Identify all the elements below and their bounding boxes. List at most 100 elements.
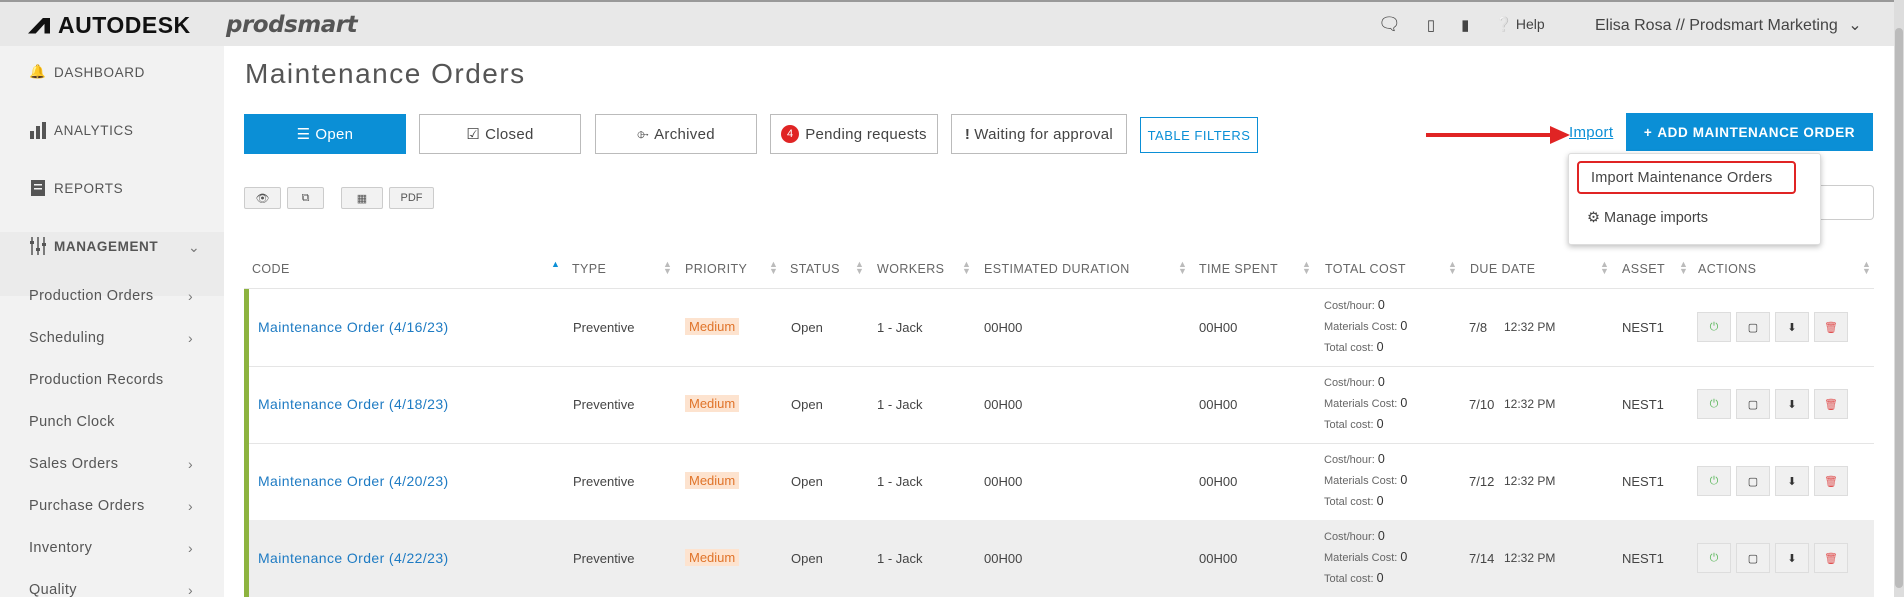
power-icon: ⏻: [1709, 474, 1719, 487]
cost-hour-label: Cost/hour:: [1324, 531, 1375, 543]
download-icon: ⬇: [1787, 321, 1797, 334]
start-button[interactable]: ⏻: [1697, 312, 1731, 342]
sidebar-item-dashboard[interactable]: 🔔 DASHBOARD: [28, 62, 145, 82]
sort-icon[interactable]: ▲ ▼: [1862, 260, 1871, 276]
col-header-workers[interactable]: WORKERS: [877, 262, 944, 276]
cell-estimated: 00H00: [984, 474, 1023, 489]
sidebar-item-reports[interactable]: REPORTS: [28, 178, 123, 198]
user-menu[interactable]: Elisa Rosa // Prodsmart Marketing ⌄: [1595, 15, 1862, 35]
close-button[interactable]: ▢: [1736, 466, 1770, 496]
download-button[interactable]: ⬇: [1775, 543, 1809, 573]
brand-name: AUTODESK: [58, 12, 191, 38]
col-header-time-spent[interactable]: TIME SPENT: [1199, 262, 1278, 276]
delete-button[interactable]: 🗑: [1814, 543, 1848, 573]
table-row[interactable]: Maintenance Order (4/22/23) Preventive M…: [244, 520, 1874, 597]
sidebar-item-quality[interactable]: Quality: [29, 582, 77, 598]
sort-icon[interactable]: ▲ ▼: [855, 260, 864, 276]
help-link[interactable]: ❔ Help: [1495, 16, 1570, 33]
download-button[interactable]: ⬇: [1775, 389, 1809, 419]
tab-open[interactable]: ☰ Open: [244, 114, 406, 154]
copy-button[interactable]: ⧉: [287, 187, 324, 209]
delete-button[interactable]: 🗑: [1814, 312, 1848, 342]
table-row[interactable]: Maintenance Order (4/20/23) Preventive M…: [244, 443, 1874, 520]
mobile-icon[interactable]: ▯: [1427, 16, 1435, 34]
sort-icon[interactable]: ▲ ▼: [1448, 260, 1457, 276]
sort-icon[interactable]: ▲ ▼: [663, 260, 672, 276]
sort-icon[interactable]: ▲ ▼: [1679, 260, 1688, 276]
sidebar-item-inventory[interactable]: Inventory: [29, 540, 92, 556]
col-header-priority[interactable]: PRIORITY: [685, 262, 747, 276]
order-code-link[interactable]: Maintenance Order (4/18/23): [258, 396, 449, 412]
view-columns-button[interactable]: 👁: [244, 187, 281, 209]
table-filters-button[interactable]: TABLE FILTERS: [1140, 117, 1258, 153]
col-header-type[interactable]: TYPE: [572, 262, 606, 276]
sort-icon[interactable]: ▲ ▼: [1600, 260, 1609, 276]
add-maintenance-order-button[interactable]: + ADD MAINTENANCE ORDER: [1626, 113, 1873, 151]
sidebar-item-label: MANAGEMENT: [54, 238, 159, 254]
cell-time-spent: 00H00: [1199, 551, 1238, 566]
table-row[interactable]: Maintenance Order (4/18/23) Preventive M…: [244, 366, 1874, 443]
chevron-down-icon: ⌄: [188, 239, 200, 255]
start-button[interactable]: ⏻: [1697, 466, 1731, 496]
order-code-link[interactable]: Maintenance Order (4/16/23): [258, 319, 449, 335]
table-export-button[interactable]: ▦: [341, 187, 383, 209]
col-header-actions: ACTIONS: [1698, 262, 1757, 276]
row-status-bar: [244, 520, 249, 597]
autodesk-logo[interactable]: AUTODESK: [28, 12, 191, 39]
tab-waiting-approval[interactable]: ! Waiting for approval: [951, 114, 1127, 154]
sidebar-item-analytics[interactable]: ANALYTICS: [28, 120, 133, 140]
sort-icon[interactable]: ▲ ▼: [1302, 260, 1311, 276]
prodsmart-logo[interactable]: prodsmart: [226, 12, 358, 38]
cell-workers: 1 - Jack: [877, 551, 923, 566]
tab-closed[interactable]: ☑ Closed: [419, 114, 581, 154]
col-header-code[interactable]: CODE: [252, 262, 290, 276]
start-button[interactable]: ⏻: [1697, 543, 1731, 573]
table-row[interactable]: Maintenance Order (4/16/23) Preventive M…: [244, 289, 1874, 366]
priority-badge: Medium: [685, 395, 740, 412]
col-header-status[interactable]: STATUS: [790, 262, 840, 276]
sort-icon[interactable]: ▲ ▼: [769, 260, 778, 276]
sidebar-item-management[interactable]: MANAGEMENT: [28, 236, 158, 256]
close-button[interactable]: ▢: [1736, 389, 1770, 419]
sidebar-item-purchase-orders[interactable]: Purchase Orders: [29, 498, 145, 514]
sidebar-item-punch-clock[interactable]: Punch Clock: [29, 414, 115, 430]
delete-button[interactable]: 🗑: [1814, 466, 1848, 496]
close-button[interactable]: ▢: [1736, 543, 1770, 573]
order-code-link[interactable]: Maintenance Order (4/20/23): [258, 473, 449, 489]
scrollbar-thumb[interactable]: [1895, 28, 1903, 588]
sidebar-item-production-orders[interactable]: Production Orders: [29, 288, 153, 304]
download-button[interactable]: ⬇: [1775, 312, 1809, 342]
tab-pending-requests[interactable]: 4 Pending requests: [770, 114, 938, 154]
tab-archived[interactable]: ⌱ Archived: [595, 114, 757, 154]
col-header-asset[interactable]: ASSET: [1622, 262, 1665, 276]
sidebar-item-production-records[interactable]: Production Records: [29, 372, 164, 388]
close-button[interactable]: ▢: [1736, 312, 1770, 342]
delete-button[interactable]: 🗑: [1814, 389, 1848, 419]
sidebar-item-sales-orders[interactable]: Sales Orders: [29, 456, 118, 472]
cell-type: Preventive: [573, 320, 635, 335]
tab-label: Pending requests: [805, 125, 927, 143]
square-icon: ▢: [1747, 398, 1759, 411]
sidebar-item-scheduling[interactable]: Scheduling: [29, 330, 105, 346]
pdf-export-button[interactable]: PDF: [389, 187, 434, 209]
sort-icon[interactable]: ▲ ▼: [962, 260, 971, 276]
due-date: 7/14: [1469, 551, 1495, 566]
search-input[interactable]: [1820, 185, 1874, 220]
col-header-due-date[interactable]: DUE DATE: [1470, 262, 1535, 276]
cell-type: Preventive: [573, 397, 635, 412]
scrollbar[interactable]: [1894, 0, 1904, 597]
manage-imports-item[interactable]: ⚙ Manage imports: [1587, 210, 1708, 226]
download-button[interactable]: ⬇: [1775, 466, 1809, 496]
order-code-link[interactable]: Maintenance Order (4/22/23): [258, 550, 449, 566]
import-link[interactable]: Import: [1569, 124, 1613, 141]
sort-icon[interactable]: ▲ ▼: [1178, 260, 1187, 276]
col-header-estimated-duration[interactable]: ESTIMATED DURATION: [984, 262, 1130, 276]
col-header-total-cost[interactable]: TOTAL COST: [1325, 262, 1406, 276]
help-label: Help: [1515, 16, 1545, 32]
start-button[interactable]: ⏻: [1697, 389, 1731, 419]
bookmark-icon[interactable]: ▮: [1461, 16, 1469, 34]
chat-icon[interactable]: 🗨: [1378, 14, 1401, 35]
sort-asc-icon[interactable]: ▲: [551, 260, 560, 269]
import-maintenance-orders-item[interactable]: Import Maintenance Orders: [1577, 161, 1796, 194]
download-icon: ⬇: [1787, 398, 1797, 411]
